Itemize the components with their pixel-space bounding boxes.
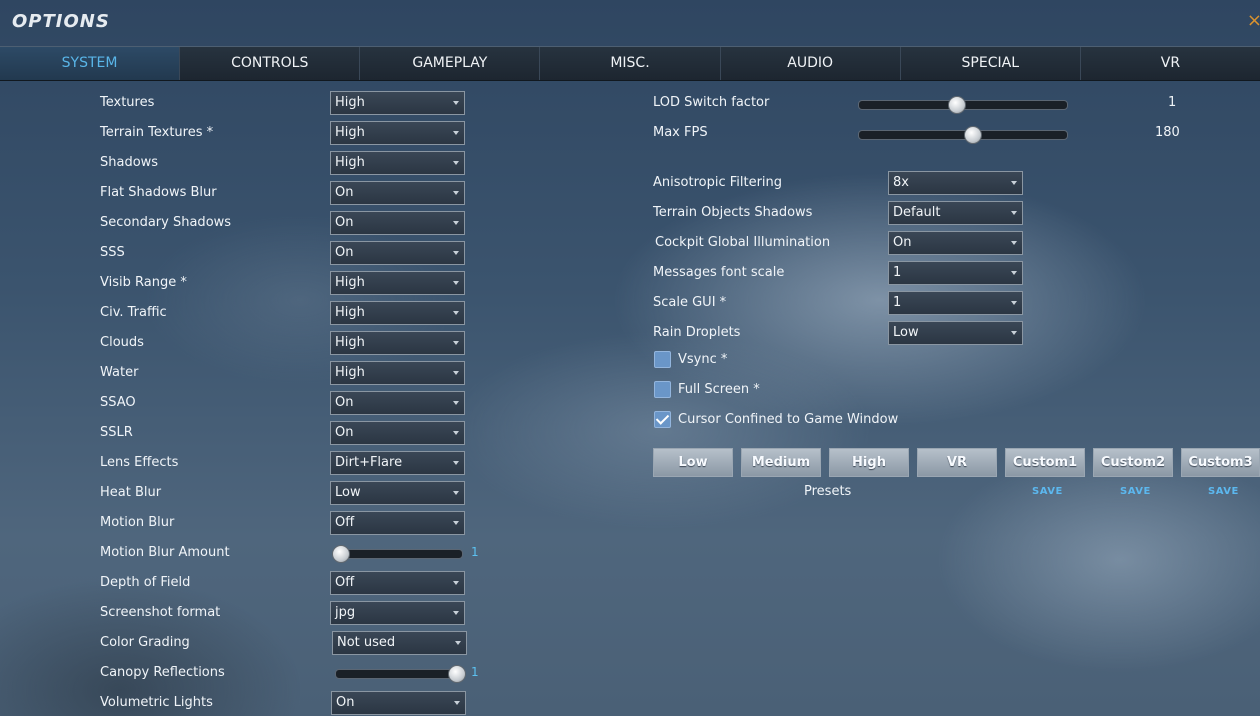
canopy-reflections-slider[interactable] bbox=[335, 669, 465, 679]
vsync-label: Vsync * bbox=[678, 352, 728, 367]
setting-scale-gui: Scale GUI * 1 bbox=[0, 291, 1260, 315]
screenshot-format-dropdown[interactable]: jpg bbox=[330, 601, 465, 625]
setting-label: Motion Blur bbox=[100, 515, 175, 530]
setting-screenshot-format: Screenshot format jpg bbox=[0, 601, 640, 625]
setting-sslr: SSLR On bbox=[0, 421, 640, 445]
title-bar: OPTIONS × bbox=[0, 0, 1260, 46]
setting-cockpit-global-illumination: Cockpit Global Illumination On bbox=[0, 231, 1260, 255]
setting-label: Screenshot format bbox=[100, 605, 221, 620]
setting-motion-blur-amount: Motion Blur Amount 1 bbox=[0, 541, 640, 565]
setting-label: Depth of Field bbox=[100, 575, 191, 590]
motion-blur-amount-value: 1 bbox=[471, 545, 479, 559]
setting-label: SSAO bbox=[100, 395, 136, 410]
setting-messages-font-scale: Messages font scale 1 bbox=[0, 261, 1260, 285]
cursor-confined-checkbox[interactable] bbox=[654, 411, 671, 428]
setting-volumetric-lights: Volumetric Lights On bbox=[0, 691, 640, 715]
setting-label: Max FPS bbox=[653, 125, 708, 140]
preset-high-button[interactable]: High bbox=[829, 448, 909, 477]
setting-label: Rain Droplets bbox=[653, 325, 741, 340]
save-custom2-link[interactable]: SAVE bbox=[1120, 486, 1151, 497]
save-custom3-link[interactable]: SAVE bbox=[1208, 486, 1239, 497]
setting-label: Scale GUI * bbox=[653, 295, 727, 310]
close-icon[interactable]: × bbox=[1247, 10, 1260, 31]
motion-blur-dropdown[interactable]: Off bbox=[330, 511, 465, 535]
setting-label: Anisotropic Filtering bbox=[653, 175, 783, 190]
canopy-reflections-value: 1 bbox=[471, 665, 479, 679]
setting-label: SSLR bbox=[100, 425, 133, 440]
preset-medium-button[interactable]: Medium bbox=[741, 448, 821, 477]
setting-label: Canopy Reflections bbox=[100, 665, 225, 680]
setting-label: Lens Effects bbox=[100, 455, 179, 470]
tab-system[interactable]: SYSTEM bbox=[0, 47, 181, 80]
tab-vr[interactable]: VR bbox=[1080, 47, 1260, 80]
lod-switch-slider-knob[interactable] bbox=[948, 96, 967, 114]
color-grading-dropdown[interactable]: Not used bbox=[332, 631, 467, 655]
setting-water: Water High bbox=[0, 361, 640, 385]
preset-custom2-button[interactable]: Custom2 bbox=[1093, 448, 1173, 477]
volumetric-lights-dropdown[interactable]: On bbox=[331, 691, 466, 715]
cockpit-global-illumination-dropdown[interactable]: On bbox=[888, 231, 1023, 255]
rain-droplets-dropdown[interactable]: Low bbox=[888, 321, 1023, 345]
setting-label: Heat Blur bbox=[100, 485, 162, 500]
save-custom1-link[interactable]: SAVE bbox=[1032, 486, 1063, 497]
full-screen-label: Full Screen * bbox=[678, 382, 760, 397]
tab-special[interactable]: SPECIAL bbox=[900, 47, 1081, 80]
full-screen-checkbox[interactable] bbox=[654, 381, 671, 398]
presets-label: Presets bbox=[804, 484, 852, 499]
depth-of-field-dropdown[interactable]: Off bbox=[330, 571, 465, 595]
setting-canopy-reflections: Canopy Reflections 1 bbox=[0, 661, 640, 685]
anisotropic-filtering-dropdown[interactable]: 8x bbox=[888, 171, 1023, 195]
messages-font-scale-dropdown[interactable]: 1 bbox=[888, 261, 1023, 285]
setting-label: Color Grading bbox=[100, 635, 190, 650]
setting-label: Messages font scale bbox=[653, 265, 785, 280]
motion-blur-amount-slider-knob[interactable] bbox=[332, 545, 350, 563]
preset-vr-button[interactable]: VR bbox=[917, 448, 997, 477]
setting-rain-droplets: Rain Droplets Low bbox=[0, 321, 1260, 345]
setting-label: Cockpit Global Illumination bbox=[655, 235, 831, 250]
tab-misc[interactable]: MISC. bbox=[540, 47, 721, 80]
max-fps-slider-knob[interactable] bbox=[963, 126, 982, 144]
setting-motion-blur: Motion Blur Off bbox=[0, 511, 640, 535]
terrain-objects-shadows-dropdown[interactable]: Default bbox=[888, 201, 1023, 225]
tab-audio[interactable]: AUDIO bbox=[720, 47, 901, 80]
motion-blur-amount-slider[interactable] bbox=[333, 549, 463, 559]
setting-label: LOD Switch factor bbox=[653, 95, 770, 110]
ssao-dropdown[interactable]: On bbox=[330, 391, 465, 415]
lod-switch-value: 1 bbox=[1168, 95, 1177, 110]
setting-heat-blur: Heat Blur Low bbox=[0, 481, 640, 505]
setting-anisotropic-filtering: Anisotropic Filtering 8x bbox=[0, 171, 1260, 195]
tab-controls[interactable]: CONTROLS bbox=[180, 47, 361, 80]
setting-lens-effects: Lens Effects Dirt+Flare bbox=[0, 451, 640, 475]
setting-terrain-objects-shadows: Terrain Objects Shadows Default bbox=[0, 201, 1260, 225]
setting-color-grading: Color Grading Not used bbox=[0, 631, 640, 655]
canopy-reflections-slider-knob[interactable] bbox=[448, 665, 466, 683]
setting-label: Water bbox=[100, 365, 139, 380]
scale-gui-dropdown[interactable]: 1 bbox=[888, 291, 1023, 315]
preset-low-button[interactable]: Low bbox=[653, 448, 733, 477]
setting-depth-of-field: Depth of Field Off bbox=[0, 571, 640, 595]
setting-label: Volumetric Lights bbox=[100, 695, 213, 710]
sslr-dropdown[interactable]: On bbox=[330, 421, 465, 445]
setting-ssao: SSAO On bbox=[0, 391, 640, 415]
setting-max-fps: Max FPS 180 bbox=[0, 121, 1260, 145]
tab-bar: SYSTEM CONTROLS GAMEPLAY MISC. AUDIO SPE… bbox=[0, 46, 1260, 81]
max-fps-value: 180 bbox=[1155, 125, 1180, 140]
preset-custom1-button[interactable]: Custom1 bbox=[1005, 448, 1085, 477]
setting-label: Terrain Objects Shadows bbox=[653, 205, 813, 220]
vsync-checkbox[interactable] bbox=[654, 351, 671, 368]
lens-effects-dropdown[interactable]: Dirt+Flare bbox=[330, 451, 465, 475]
window-title: OPTIONS bbox=[12, 11, 110, 32]
water-dropdown[interactable]: High bbox=[330, 361, 465, 385]
tab-gameplay[interactable]: GAMEPLAY bbox=[360, 47, 541, 80]
preset-custom3-button[interactable]: Custom3 bbox=[1181, 448, 1260, 477]
cursor-confined-label: Cursor Confined to Game Window bbox=[678, 412, 899, 427]
heat-blur-dropdown[interactable]: Low bbox=[330, 481, 465, 505]
setting-label: Motion Blur Amount bbox=[100, 545, 230, 560]
setting-lod-switch: LOD Switch factor 1 bbox=[0, 91, 1260, 115]
